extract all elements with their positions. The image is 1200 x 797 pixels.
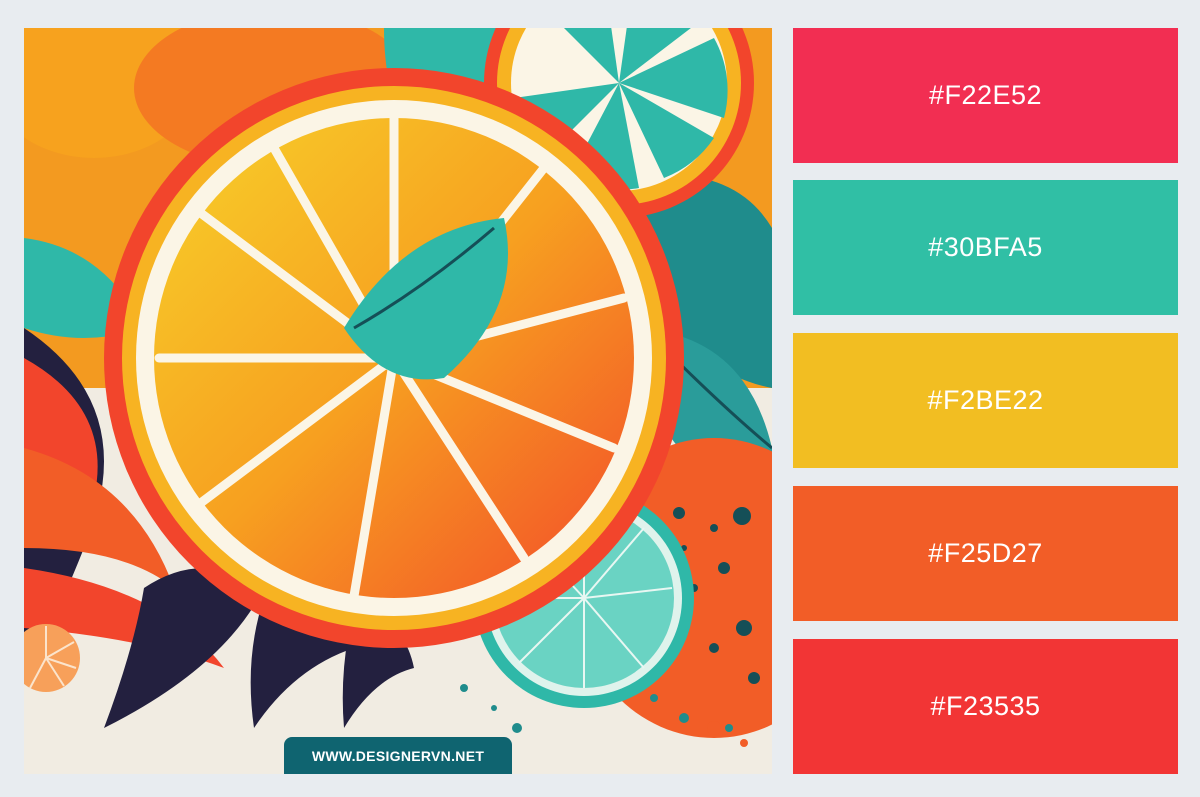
- swatch-hex-label: #F22E52: [928, 80, 1043, 110]
- swatch-hex-label: #30BFA5: [928, 232, 1043, 262]
- citrus-illustration: [24, 28, 772, 774]
- website-watermark: WWW.DESIGNERVN.NET: [284, 737, 512, 774]
- swatch-5[interactable]: #F23535: [793, 639, 1178, 774]
- swatch-hex-label: #F2BE22: [927, 385, 1044, 415]
- swatch-2[interactable]: #30BFA5: [793, 180, 1178, 315]
- swatch-hex-label: #F25D27: [928, 538, 1043, 568]
- swatch-4[interactable]: #F25D27: [793, 486, 1178, 621]
- swatch-3[interactable]: #F2BE22: [793, 333, 1178, 468]
- swatch-1[interactable]: #F22E52: [793, 28, 1178, 163]
- citrus-artwork-image: [24, 28, 772, 774]
- color-palette: #F22E52 #30BFA5 #F2BE22 #F25D27 #F23535: [793, 28, 1178, 774]
- palette-card: WWW.DESIGNERVN.NET #F22E52 #30BFA5 #F2BE…: [0, 0, 1200, 797]
- swatch-hex-label: #F23535: [930, 691, 1041, 721]
